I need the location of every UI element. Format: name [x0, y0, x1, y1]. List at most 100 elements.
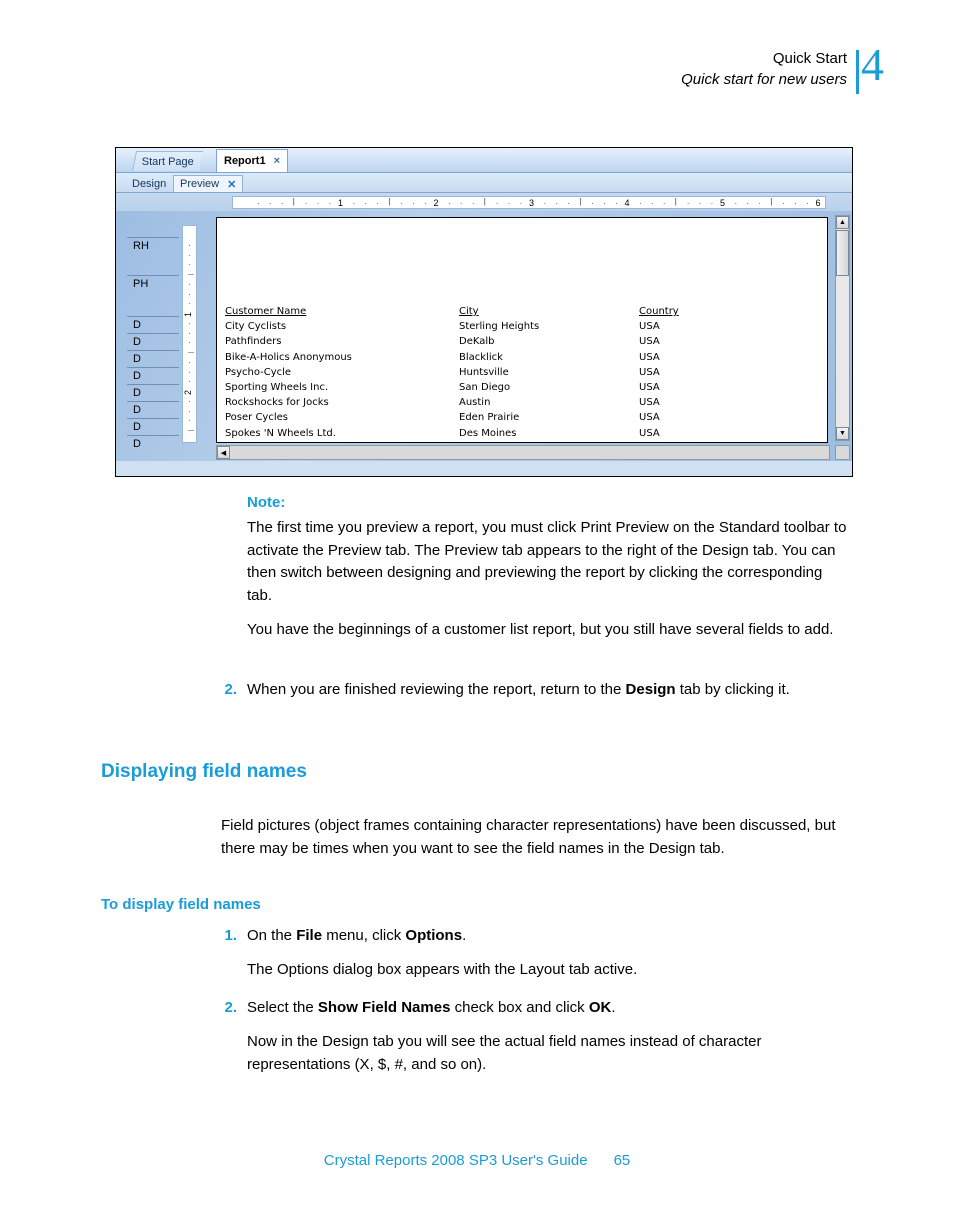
table-cell: USA — [639, 321, 660, 333]
table-row: Sporting Wheels Inc. San Diego USA — [225, 382, 827, 397]
section-marker-d-3[interactable]: D — [127, 333, 179, 350]
document-tabstrip: Start Page Report1 × — [116, 148, 852, 173]
table-row: Bike-A-Holics Anonymous Blacklick USA — [225, 352, 827, 367]
section-marker-d-5[interactable]: D — [127, 367, 179, 384]
footer-title: Crystal Reports 2008 SP3 User's Guide — [323, 1152, 588, 1169]
ruler-number: 2 — [183, 389, 194, 396]
ruler-tick: · — [188, 318, 191, 328]
step-text-bold-options: Options — [405, 927, 463, 944]
table-row: Pathfinders DeKalb USA — [225, 336, 827, 351]
section-heading-to-display-field-names: To display field names — [101, 896, 261, 913]
table-cell: Pathfinders — [225, 336, 282, 348]
ruler-number: 5 — [720, 198, 726, 208]
table-row: Poser Cycles Eden Prairie USA — [225, 412, 827, 427]
table-cell: Eden Prairie — [459, 412, 520, 424]
ruler-tick: · — [686, 199, 690, 208]
ruler-number: 1 — [338, 198, 344, 208]
close-icon[interactable]: ✕ — [227, 178, 236, 191]
ruler-tick: · — [471, 199, 475, 208]
table-cell: City Cyclists — [225, 321, 287, 333]
tab-report1[interactable]: Report1 × — [216, 149, 288, 172]
note-paragraph-1: The first time you preview a report, you… — [247, 519, 847, 604]
table-cell: USA — [639, 351, 660, 363]
table-row: Spokes 'N Wheels Ltd. Des Moines USA — [225, 428, 827, 443]
ruler-tick: · — [352, 199, 356, 208]
ruler-tick: · — [734, 199, 738, 208]
ruler-tick: | — [388, 197, 391, 206]
step-text-bold-ok: OK — [588, 999, 612, 1016]
ruler-tick: — — [188, 350, 194, 356]
section-marker-d-9[interactable]: D — [127, 435, 179, 452]
table-cell: USA — [639, 366, 660, 378]
step-number: 1. — [224, 927, 237, 944]
ruler-tick: · — [567, 199, 570, 208]
tab-design[interactable]: Design — [126, 175, 172, 192]
section-marker-ph-1[interactable]: PH — [127, 275, 179, 292]
scroll-left-icon[interactable]: ◀ — [217, 446, 230, 459]
table-cell: USA — [639, 381, 660, 393]
tab-report1-label: Report1 — [224, 155, 266, 167]
step-text-after: tab by clicking it. — [675, 681, 790, 698]
vertical-scroll-thumb[interactable] — [836, 230, 849, 276]
section-paragraph: Field pictures (object frames containing… — [221, 817, 836, 857]
table-cell: Sterling Heights — [459, 321, 540, 333]
table-row: City Cyclists Sterling Heights USA — [225, 321, 827, 336]
ruler-tick: | — [483, 197, 486, 206]
ruler-tick: · — [495, 199, 499, 208]
section-marker-d-7[interactable]: D — [127, 401, 179, 418]
note-label: Note: — [247, 494, 286, 511]
header-text-block: Quick Start Quick start for new users — [681, 48, 856, 90]
step-text: When you are finished reviewing the repo… — [247, 679, 855, 702]
tab-design-label: Design — [132, 177, 167, 190]
ruler-tick: · — [746, 199, 750, 208]
step-number: 2. — [224, 999, 237, 1016]
footer-page-number: 65 — [613, 1152, 631, 1169]
ruler-tick: · — [555, 199, 559, 208]
ruler-tick: · — [794, 199, 797, 208]
ruler-tick: · — [188, 240, 191, 250]
ruler-tick: · — [316, 199, 320, 208]
ruler-tick: · — [188, 416, 191, 426]
report-page-canvas: Customer Name City Country City Cyclists Ste… — [216, 217, 828, 443]
scroll-up-icon[interactable]: ▲ — [836, 216, 849, 229]
ruler-tick: · — [543, 199, 547, 208]
report-preview-table: Customer Name City Country City Cyclists Ste… — [225, 306, 827, 443]
step-text-after: . — [462, 927, 467, 944]
table-cell: Spokes 'N Wheels Ltd. — [225, 427, 336, 439]
ruler-tick: | — [292, 197, 295, 206]
header-subtitle: Quick start for new users — [681, 71, 847, 88]
step-text-bold-show-field-names: Show Field Names — [317, 999, 451, 1016]
table-cell: San Diego — [459, 381, 511, 393]
section-marker-d-6[interactable]: D — [127, 384, 179, 401]
step-text: On the File menu, click Options. — [247, 925, 855, 948]
scroll-down-icon[interactable]: ▼ — [836, 427, 849, 440]
close-icon[interactable]: × — [274, 155, 280, 167]
chapter-number: 4 — [861, 39, 884, 90]
chapter-rule — [856, 50, 859, 94]
ruler-tick: · — [188, 396, 191, 406]
ruler-tick: · — [188, 328, 191, 338]
ruler-tick: · — [328, 199, 332, 208]
section-marker-d-8[interactable]: D — [127, 418, 179, 435]
tab-start-page[interactable]: Start Page — [131, 151, 204, 171]
vertical-scrollbar[interactable]: ▲ ▼ — [835, 215, 850, 441]
section-marker-rh-0[interactable]: RH — [127, 237, 179, 254]
table-cell: Psycho-Cycle — [225, 366, 292, 378]
step-text-before: When you are finished reviewing the repo… — [247, 681, 626, 698]
section-heading-displaying-field-names: Displaying field names — [101, 761, 307, 782]
ruler-tick: · — [758, 199, 761, 208]
horizontal-scrollbar[interactable]: ◀ — [216, 445, 830, 460]
ruler-tick: · — [364, 199, 368, 208]
page-running-header: Quick Start Quick start for new users 4 — [681, 42, 888, 96]
ruler-number: 1 — [183, 311, 194, 318]
section-marker-d-4[interactable]: D — [127, 350, 179, 367]
ruler-number: 4 — [624, 198, 630, 208]
ruler-tick: · — [188, 279, 191, 289]
tab-preview[interactable]: Preview ✕ — [173, 175, 244, 192]
table-cell: Austin — [459, 397, 491, 409]
ruler-tick: · — [782, 199, 785, 208]
step-text-middle: check box and click — [450, 999, 589, 1016]
ruler-tick: · — [280, 199, 284, 208]
ruler-number: 6 — [815, 198, 821, 208]
section-marker-d-2[interactable]: D — [127, 316, 179, 333]
